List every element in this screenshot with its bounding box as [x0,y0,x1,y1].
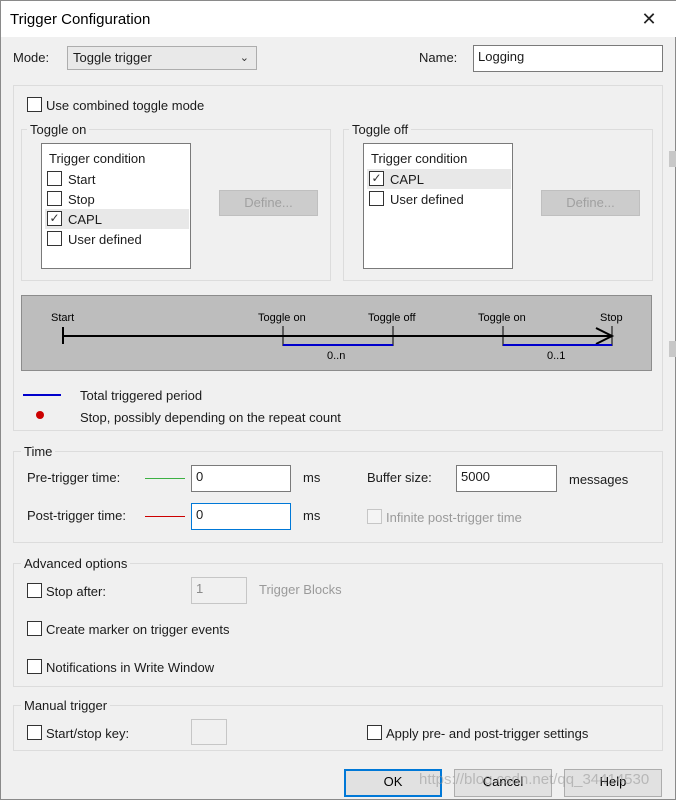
post-trigger-label: Post-trigger time: [27,508,126,523]
toggle-on-title: Toggle on [27,122,90,137]
create-marker-checkbox[interactable] [27,621,42,636]
advanced-options-title: Advanced options [21,556,131,571]
checkmark-icon: ✓ [371,171,382,185]
time-group [13,451,663,543]
toggle-on-list-header: Trigger condition [49,151,146,166]
apply-pre-post-checkbox[interactable] [367,725,382,740]
notifications-checkbox[interactable] [27,659,42,674]
legend-stop-dot [36,411,44,419]
toggle-on-define-button[interactable]: Define... [219,190,318,216]
start-stop-key-checkbox[interactable] [27,725,42,740]
apply-pre-post-label: Apply pre- and post-trigger settings [386,726,589,741]
background-window-edge [669,151,676,167]
name-input[interactable]: Logging [473,45,663,72]
selected-row-highlight [45,209,189,229]
combined-toggle-label: Use combined toggle mode [46,98,205,113]
infinite-post-trigger-label: Infinite post-trigger time [386,510,522,525]
toggle-off-capl-checkbox[interactable]: ✓ [369,171,384,186]
trigger-configuration-dialog: Trigger Configuration ✕ Mode: Toggle tri… [0,0,676,800]
trigger-timeline-diagram: Start Toggle on Toggle off Toggle on Sto… [21,295,652,371]
toggle-off-capl-label: CAPL [390,172,424,187]
trigger-blocks-label: Trigger Blocks [259,582,342,597]
legend-period-label: Total triggered period [80,388,203,403]
toggle-on-capl-checkbox[interactable]: ✓ [47,211,62,226]
pre-trigger-unit: ms [303,470,321,485]
toggle-on-user-defined-label: User defined [68,232,142,247]
mode-value: Toggle trigger [73,50,152,65]
stop-after-input[interactable]: 1 [191,577,247,604]
pre-trigger-color-line [145,478,185,479]
manual-trigger-title: Manual trigger [21,698,111,713]
close-icon[interactable]: ✕ [629,4,669,34]
legend-stop-label: Stop, possibly depending on the repeat c… [80,410,341,425]
time-title: Time [21,444,56,459]
chevron-down-icon: ⌄ [239,52,249,64]
toggle-off-user-defined-label: User defined [390,192,464,207]
window-title: Trigger Configuration [10,11,151,28]
toggle-off-title: Toggle off [349,122,412,137]
infinite-post-trigger-checkbox[interactable] [367,509,382,524]
name-label: Name: [419,50,458,65]
toggle-on-stop-checkbox[interactable] [47,191,62,206]
watermark-text: https://blog.csdn.net/qq_34414530 [419,771,650,788]
title-bar: Trigger Configuration ✕ [1,1,676,37]
toggle-on-start-label: Start [68,172,96,187]
stop-after-checkbox[interactable] [27,583,42,598]
post-trigger-unit: ms [303,508,321,523]
toggle-on-condition-list[interactable]: Trigger condition Start Stop ✓ CAPL User… [41,143,191,269]
toggle-on-stop-label: Stop [68,192,95,207]
combined-toggle-checkbox[interactable] [27,97,42,112]
post-trigger-time-input[interactable]: 0 [191,503,291,530]
timeline-range-1: 0..n [327,350,346,362]
mode-dropdown[interactable]: Toggle trigger ⌄ [67,46,257,70]
pre-trigger-time-input[interactable]: 0 [191,465,291,492]
timeline-range-2: 0..1 [547,350,566,362]
toggle-off-list-header: Trigger condition [371,151,468,166]
post-trigger-color-line [145,516,185,517]
background-window-edge [669,341,676,357]
toggle-off-condition-list[interactable]: Trigger condition ✓ CAPL User defined [363,143,513,269]
toggle-on-start-checkbox[interactable] [47,171,62,186]
toggle-on-capl-label: CAPL [68,212,102,227]
start-stop-key-label: Start/stop key: [46,726,130,741]
legend-period-line [23,394,61,396]
selected-row-highlight [367,169,511,189]
buffer-size-input[interactable]: 5000 [456,465,557,492]
toggle-off-user-defined-checkbox[interactable] [369,191,384,206]
pre-trigger-label: Pre-trigger time: [27,470,121,485]
start-stop-key-input[interactable] [191,719,227,745]
mode-label: Mode: [13,50,50,65]
toggle-on-user-defined-checkbox[interactable] [47,231,62,246]
stop-after-label: Stop after: [46,584,106,599]
create-marker-label: Create marker on trigger events [46,622,230,637]
notifications-label: Notifications in Write Window [46,660,215,675]
buffer-size-label: Buffer size: [367,470,432,485]
toggle-off-define-button[interactable]: Define... [541,190,640,216]
checkmark-icon: ✓ [49,211,60,225]
buffer-size-unit: messages [569,472,629,487]
